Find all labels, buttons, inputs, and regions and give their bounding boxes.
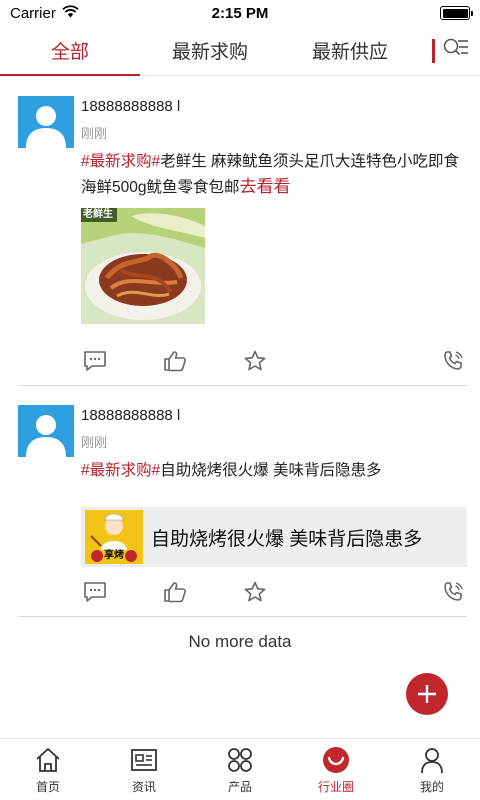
- filter-divider: [431, 38, 435, 63]
- post-image[interactable]: 老鲜生: [81, 208, 205, 324]
- plus-icon: [418, 685, 436, 703]
- post-card: 18888888888 l 刚刚 #最新求购#自助烧烤很火爆 美味背后隐患多 享…: [18, 386, 467, 617]
- filter-search-icon: [443, 37, 469, 64]
- action-group: [81, 347, 269, 375]
- shared-article-badge: 享烤: [104, 550, 124, 561]
- news-icon: [128, 745, 160, 775]
- avatar[interactable]: [18, 96, 74, 148]
- view-more-link[interactable]: 去看看: [239, 177, 290, 196]
- post-time: 刚刚: [81, 435, 108, 450]
- post-actions: [81, 578, 467, 606]
- post-actions: [81, 347, 467, 375]
- post-body: 自助烧烤很火爆 美味背后隐患多: [160, 462, 382, 479]
- post-card: 18888888888 l 刚刚 #最新求购#老鲜生 麻辣鱿鱼须头足爪大连特色小…: [18, 77, 467, 386]
- hashtag-link[interactable]: #最新求购#: [81, 153, 160, 170]
- post-time: 刚刚: [81, 126, 108, 141]
- phone-call-icon[interactable]: [439, 578, 467, 606]
- top-tabs: 全部 最新求购 最新供应: [0, 26, 480, 76]
- post-content: #最新求购#自助烧烤很火爆 美味背后隐患多: [81, 458, 471, 483]
- tab-latest-purchase[interactable]: 最新求购: [140, 26, 280, 75]
- nav-home[interactable]: 首页: [0, 739, 96, 800]
- post-image-label: 老鲜生: [83, 209, 113, 220]
- feed: 18888888888 l 刚刚 #最新求购#老鲜生 麻辣鱿鱼须头足爪大连特色小…: [0, 77, 480, 617]
- wifi-icon: [62, 4, 79, 22]
- comment-icon[interactable]: [81, 347, 109, 375]
- phone-call-icon[interactable]: [439, 347, 467, 375]
- nav-news-label: 资讯: [131, 779, 156, 794]
- avatar[interactable]: [18, 405, 74, 457]
- favorite-star-icon[interactable]: [241, 347, 269, 375]
- shared-article-card[interactable]: 享烤 自助烧烤很火爆 美味背后隐患多: [81, 507, 467, 567]
- post-content: #最新求购#老鲜生 麻辣鱿鱼须头足爪大连特色小吃即食海鲜500g鱿鱼零食包邮去看…: [81, 149, 471, 200]
- like-icon[interactable]: [161, 578, 189, 606]
- tab-latest-supply[interactable]: 最新供应: [280, 26, 420, 75]
- shared-article-thumbnail: 享烤: [85, 510, 143, 564]
- nav-profile[interactable]: 我的: [384, 739, 480, 800]
- shared-article-title: 自助烧烤很火爆 美味背后隐患多: [151, 528, 423, 550]
- user-name[interactable]: 18888888888 l: [81, 98, 180, 115]
- nav-industry-circle[interactable]: 行业圈: [288, 739, 384, 800]
- nav-industry-circle-label: 行业圈: [317, 779, 354, 794]
- bottom-nav: 首页 资讯 产品 行业圈 我的: [0, 738, 480, 800]
- products-icon: [224, 745, 256, 775]
- carrier-label: Carrier: [10, 4, 56, 22]
- hashtag-link[interactable]: #最新求购#: [81, 462, 160, 479]
- nav-products[interactable]: 产品: [192, 739, 288, 800]
- status-left: Carrier: [10, 5, 79, 22]
- user-name[interactable]: 18888888888 l: [81, 407, 180, 424]
- filter-button[interactable]: [420, 26, 480, 75]
- no-more-data-label: No more data: [188, 632, 292, 651]
- comment-icon[interactable]: [81, 578, 109, 606]
- action-group: [81, 578, 269, 606]
- profile-icon: [416, 745, 448, 775]
- add-post-button[interactable]: [406, 673, 448, 715]
- nav-products-label: 产品: [227, 779, 252, 794]
- tab-all[interactable]: 全部: [0, 26, 140, 76]
- nav-news[interactable]: 资讯: [96, 739, 192, 800]
- industry-circle-icon: [320, 745, 352, 775]
- home-icon: [32, 745, 64, 775]
- nav-profile-label: 我的: [419, 779, 444, 794]
- status-bar: Carrier 2:15 PM: [0, 0, 480, 26]
- nav-home-label: 首页: [35, 779, 60, 794]
- favorite-star-icon[interactable]: [241, 578, 269, 606]
- like-icon[interactable]: [161, 347, 189, 375]
- battery-icon: [440, 6, 473, 20]
